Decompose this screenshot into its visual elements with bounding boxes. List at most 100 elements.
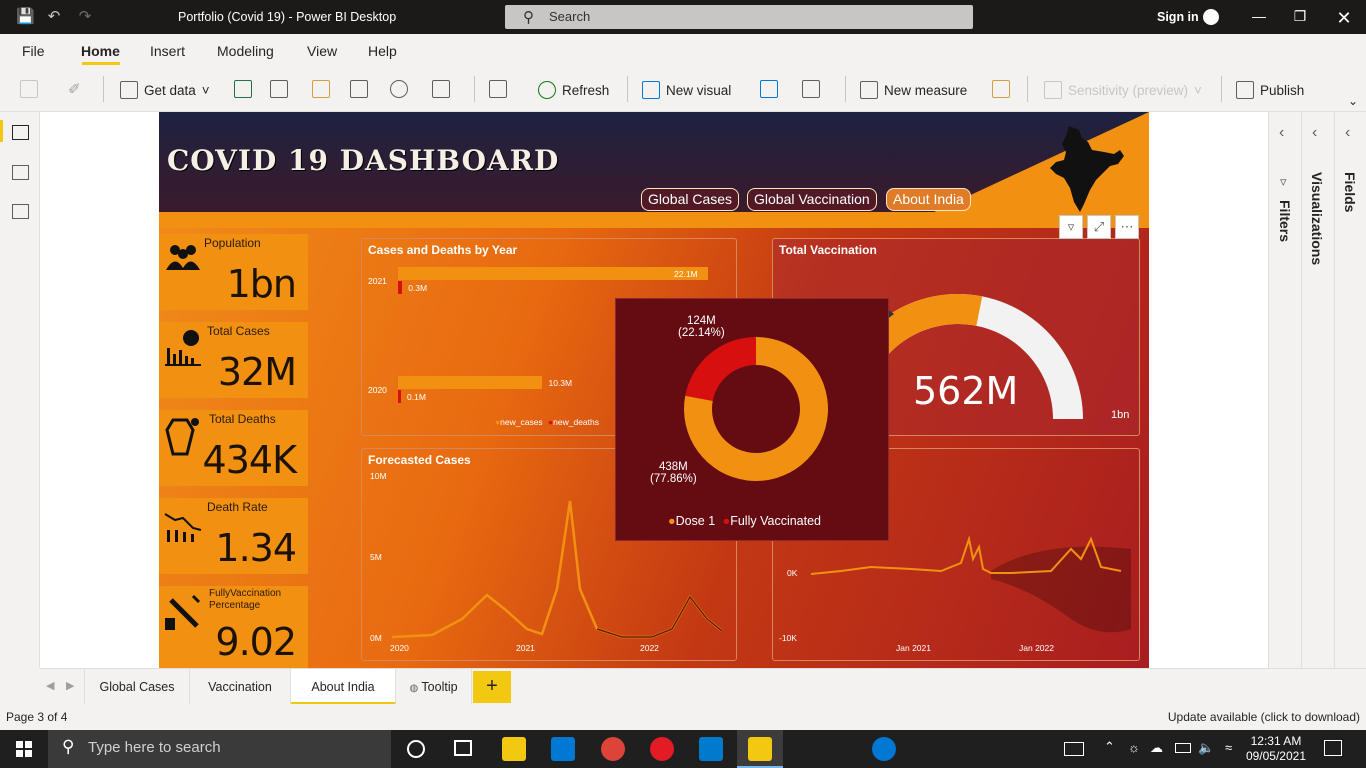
task-view-icon[interactable] <box>454 740 472 756</box>
y-tick-label: 0M <box>370 633 382 643</box>
filter-icon[interactable]: ▿ <box>1059 215 1083 239</box>
powerbi-taskbar-button[interactable] <box>737 730 783 768</box>
redo-icon[interactable]: ↷ <box>77 9 93 25</box>
data-label: 10.3M <box>548 378 573 388</box>
update-available-link[interactable]: Update available (click to download) <box>1168 710 1360 724</box>
search-placeholder: Search <box>549 9 591 24</box>
menu-modeling[interactable]: Modeling <box>217 43 274 59</box>
chrome-icon[interactable] <box>601 737 625 761</box>
new-visual-label: New visual <box>666 82 732 98</box>
view-switcher <box>0 112 40 668</box>
slice-label-dose-1: 438M (77.86%) <box>650 461 697 485</box>
header-band <box>159 212 1149 228</box>
paste-icon[interactable] <box>20 80 38 98</box>
tab-scroll-left-icon[interactable]: ◀ <box>46 679 54 692</box>
wifi-icon[interactable]: ≈ <box>1225 740 1232 755</box>
battery-icon[interactable] <box>1175 743 1191 753</box>
search-input[interactable]: ⚲ Search <box>505 5 973 29</box>
people-icon <box>166 245 200 270</box>
quick-measure-icon[interactable] <box>992 80 1010 98</box>
show-hidden-icons-icon[interactable]: ⌃ <box>1104 739 1115 755</box>
meet-now-icon[interactable]: ☼ <box>1128 740 1140 755</box>
get-data-button[interactable]: Get data ˅ <box>120 80 210 100</box>
tab-global-cases[interactable]: Global Cases <box>84 669 190 705</box>
mail-icon[interactable] <box>551 737 575 761</box>
format-painter-icon[interactable]: ✐ <box>68 80 86 98</box>
bar-new-cases-2020[interactable] <box>398 376 543 389</box>
bar-new-deaths-2021[interactable] <box>398 281 403 294</box>
virus-chart-icon <box>165 330 201 366</box>
help-icon[interactable] <box>872 737 896 761</box>
bar-new-deaths-2020[interactable] <box>398 390 401 403</box>
bar-new-cases-2021[interactable] <box>398 267 708 280</box>
chevron-left-icon[interactable]: ‹ <box>1279 124 1284 142</box>
data-view-icon[interactable] <box>12 165 29 180</box>
kpi-death-rate: Death Rate 1.34 <box>159 498 308 574</box>
coffin-icon <box>165 418 199 456</box>
menu-file[interactable]: File <box>22 43 45 59</box>
recent-sources-icon[interactable] <box>432 80 450 98</box>
dashboard-title: COVID 19 DASHBOARD <box>167 144 560 177</box>
enter-data-icon[interactable] <box>350 80 368 98</box>
windows-start-icon[interactable] <box>16 741 32 757</box>
clock[interactable]: 12:31 AM 09/05/2021 <box>1246 734 1306 764</box>
action-center-icon[interactable] <box>1324 740 1342 756</box>
excel-icon[interactable] <box>234 80 252 98</box>
onedrive-icon[interactable]: ☁ <box>1150 740 1163 756</box>
gauge-value: 562M <box>913 369 1019 413</box>
minimize-icon[interactable]: — <box>1249 8 1269 26</box>
fields-pane[interactable]: Fields <box>1342 172 1358 212</box>
tab-scroll-right-icon[interactable]: ▶ <box>66 679 74 692</box>
menu-view[interactable]: View <box>307 43 337 59</box>
tab-tooltip-label: Tooltip <box>421 680 458 694</box>
menu-help[interactable]: Help <box>368 43 397 59</box>
tab-tooltip[interactable]: ◍ Tooltip <box>396 669 472 705</box>
menu-insert[interactable]: Insert <box>150 43 185 59</box>
more-options-icon[interactable]: ⋯ <box>1115 215 1139 239</box>
vscode-icon[interactable] <box>699 737 723 761</box>
focus-mode-icon[interactable]: ⤢ <box>1087 215 1111 239</box>
volume-icon[interactable]: 🔈 <box>1198 740 1214 756</box>
transform-data-icon[interactable] <box>489 80 507 98</box>
sql-server-icon[interactable] <box>312 80 330 98</box>
clock-date: 09/05/2021 <box>1245 749 1306 763</box>
chevron-left-icon[interactable]: ‹ <box>1312 124 1317 142</box>
new-measure-button[interactable]: New measure <box>860 80 967 100</box>
save-icon[interactable]: 💾 <box>16 9 35 25</box>
calculator-icon <box>860 81 878 99</box>
opera-icon[interactable] <box>650 737 674 761</box>
publish-button[interactable]: Publish <box>1236 80 1304 100</box>
file-explorer-icon[interactable] <box>502 737 526 761</box>
collapse-ribbon-icon[interactable]: ⌄ <box>1348 94 1358 108</box>
dataverse-icon[interactable] <box>390 80 408 98</box>
filters-pane[interactable]: Filters <box>1277 200 1293 242</box>
visualizations-pane[interactable]: Visualizations <box>1309 172 1325 265</box>
nav-about-india[interactable]: About India <box>886 188 971 211</box>
restore-icon[interactable]: ❐ <box>1290 8 1310 26</box>
chevron-left-icon[interactable]: ‹ <box>1345 124 1350 142</box>
cortana-icon[interactable] <box>407 740 425 758</box>
model-view-icon[interactable] <box>12 204 29 219</box>
add-page-button[interactable]: + <box>473 671 511 703</box>
dataset-icon[interactable] <box>270 80 288 98</box>
sign-in-button[interactable]: Sign in <box>1157 10 1199 24</box>
filter-pane-icon: ▿ <box>1280 174 1287 189</box>
nav-global-vaccination[interactable]: Global Vaccination <box>747 188 877 211</box>
nav-global-cases[interactable]: Global Cases <box>641 188 740 211</box>
donut-legend: ●Dose 1 ●Fully Vaccinated <box>668 514 821 528</box>
tab-vaccination[interactable]: Vaccination <box>190 669 291 705</box>
title-bar: 💾 ↶ ↷ Portfolio (Covid 19) - Power BI De… <box>0 0 1366 34</box>
refresh-button[interactable]: Refresh <box>538 80 609 100</box>
notification-tray-icon[interactable] <box>1064 742 1084 756</box>
new-visual-button[interactable]: New visual <box>642 80 731 100</box>
hidden-page-icon: ◍ <box>409 683 419 694</box>
avatar[interactable] <box>1203 9 1219 25</box>
undo-icon[interactable]: ↶ <box>46 9 62 25</box>
text-box-icon[interactable] <box>760 80 778 98</box>
tab-about-india[interactable]: About India <box>291 669 396 705</box>
menu-home[interactable]: Home <box>81 43 120 59</box>
taskbar-search[interactable]: ⚲ Type here to search <box>48 730 391 768</box>
close-icon[interactable]: ✕ <box>1334 8 1354 28</box>
report-view-icon[interactable] <box>12 125 29 140</box>
more-visuals-icon[interactable] <box>802 80 820 98</box>
